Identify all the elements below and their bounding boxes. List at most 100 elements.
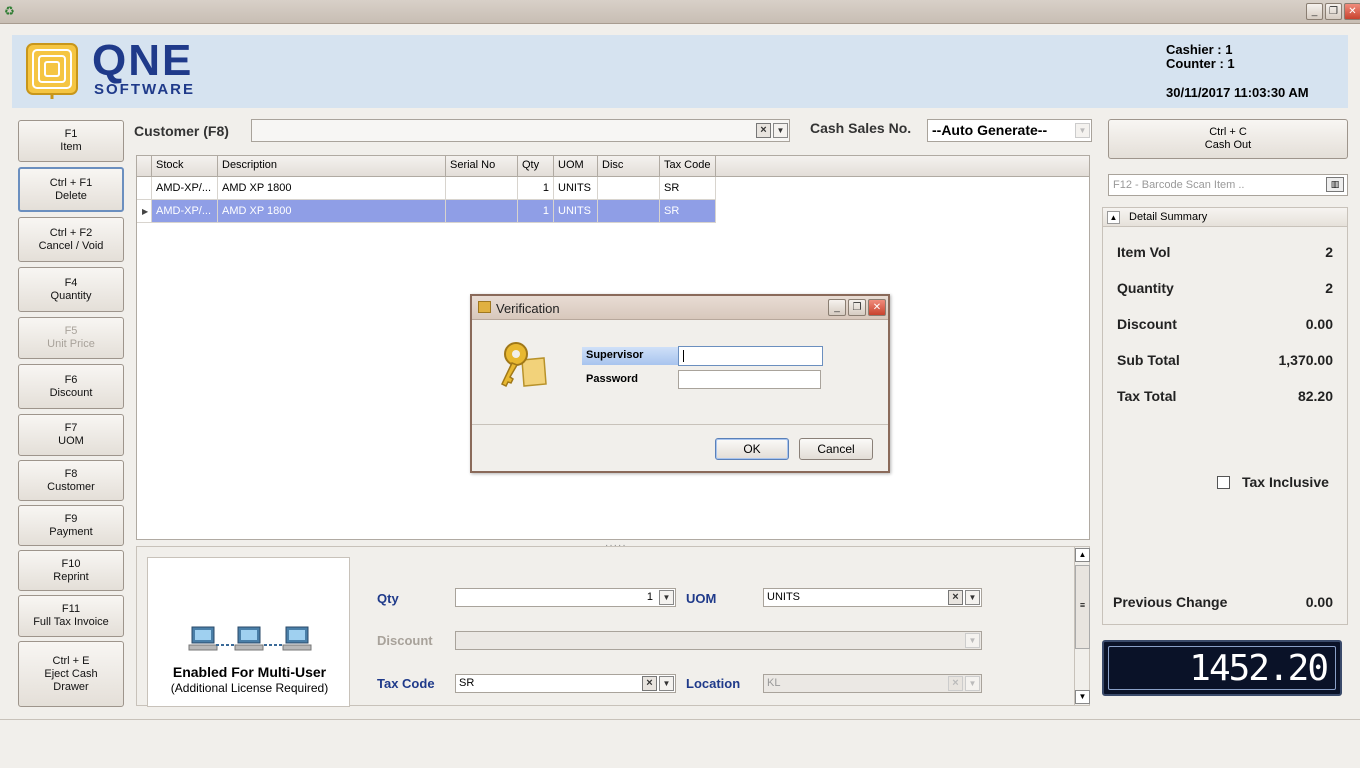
close-button[interactable]: ✕ <box>1344 3 1360 20</box>
dialog-minimize-button[interactable]: _ <box>828 299 846 316</box>
summary-value: 0.00 <box>1305 316 1333 332</box>
cash-out-button[interactable]: Ctrl + C Cash Out <box>1108 119 1348 159</box>
quantity-button[interactable]: F4 Quantity <box>18 267 124 312</box>
full-tax-invoice-button[interactable]: F11 Full Tax Invoice <box>18 595 124 637</box>
button-label: Payment <box>49 525 93 538</box>
key-label: F10 <box>61 557 81 570</box>
qty-value: 1 <box>646 591 653 603</box>
qty-stepper[interactable]: 1 ▼ <box>455 588 676 607</box>
cancel-void-button[interactable]: Ctrl + F2 Cancel / Void <box>18 217 124 262</box>
chevron-down-icon[interactable]: ▼ <box>773 123 788 138</box>
location-label: Location <box>686 676 741 691</box>
summary-label: Item Vol <box>1117 244 1171 260</box>
chevron-down-icon[interactable]: ▼ <box>965 590 980 605</box>
counter-info: Counter : 1 <box>1166 56 1235 71</box>
button-label: Delete <box>55 189 87 202</box>
chevron-up-icon[interactable]: ▲ <box>1107 211 1120 224</box>
summary-header[interactable]: Detail Summary <box>1103 208 1347 227</box>
password-input[interactable] <box>678 370 821 389</box>
discount-button[interactable]: F6 Discount <box>18 364 124 409</box>
scroll-thumb[interactable]: ≡ <box>1075 565 1090 649</box>
vertical-scrollbar[interactable]: ▲ ≡ ▼ <box>1074 547 1091 706</box>
clear-icon[interactable]: × <box>642 676 657 691</box>
column-header-uom[interactable]: UOM <box>554 156 598 177</box>
logo-subtext: SOFTWARE <box>94 81 195 98</box>
summary-value: 2 <box>1325 244 1333 260</box>
column-header-qty[interactable]: Qty <box>518 156 554 177</box>
grid-header: Stock Description Serial No Qty UOM Disc… <box>137 156 1089 177</box>
minimize-button[interactable]: _ <box>1306 3 1323 20</box>
chevron-down-icon[interactable]: ▼ <box>965 633 980 648</box>
restore-button[interactable]: ❐ <box>1325 3 1342 20</box>
row-indicator <box>137 177 152 200</box>
cell-description: AMD XP 1800 <box>218 177 446 200</box>
item-button[interactable]: F1 Item <box>18 120 124 162</box>
clear-icon[interactable]: × <box>948 590 963 605</box>
delete-button[interactable]: Ctrl + F1 Delete <box>18 167 124 212</box>
chevron-down-icon[interactable]: ▼ <box>659 590 674 605</box>
window-title-bar: ♻ _ ❐ ✕ <box>0 0 1360 24</box>
barcode-scan-input[interactable]: F12 - Barcode Scan Item .. <box>1108 174 1348 196</box>
location-select[interactable]: KL × ▼ <box>763 674 982 693</box>
scroll-up-icon[interactable]: ▲ <box>1075 548 1090 562</box>
scroll-down-icon[interactable]: ▼ <box>1075 690 1090 704</box>
computer-icon <box>282 626 312 651</box>
button-label: Cancel / Void <box>38 239 104 252</box>
column-header-stock[interactable]: Stock <box>152 156 218 177</box>
cell-stock: AMD-XP/... <box>152 200 218 223</box>
barcode-icon[interactable]: ▥ <box>1326 177 1344 192</box>
chevron-down-icon[interactable]: ▼ <box>965 676 980 691</box>
cancel-button[interactable]: Cancel <box>799 438 873 460</box>
chevron-down-icon[interactable]: ▼ <box>1075 123 1090 138</box>
cell-tax-code: SR <box>660 177 716 200</box>
clear-icon[interactable]: × <box>756 123 771 138</box>
payment-button[interactable]: F9 Payment <box>18 505 124 546</box>
customer-button[interactable]: F8 Customer <box>18 460 124 501</box>
column-header-disc[interactable]: Disc <box>598 156 660 177</box>
dialog-maximize-button[interactable]: ❐ <box>848 299 866 316</box>
detail-summary-panel: Detail Summary ▲ Item Vol 2 Quantity 2 D… <box>1102 207 1348 625</box>
key-label: F8 <box>64 467 78 480</box>
summary-label: Tax Total <box>1117 388 1177 404</box>
table-row[interactable]: AMD-XP/... AMD XP 1800 1 UNITS SR <box>137 177 717 200</box>
eject-cash-drawer-button[interactable]: Ctrl + E Eject Cash Drawer <box>18 641 124 707</box>
item-detail-panel: Enabled For Multi-User (Additional Licen… <box>136 546 1091 707</box>
previous-change-label: Previous Change <box>1113 594 1228 610</box>
qne-logo-icon <box>26 43 78 99</box>
supervisor-label: Supervisor <box>582 347 679 365</box>
cell-qty: 1 <box>518 200 554 223</box>
datetime: 30/11/2017 11:03:30 AM <box>1166 85 1309 100</box>
uom-select[interactable]: UNITS × ▼ <box>763 588 982 607</box>
cash-sales-label: Cash Sales No. <box>810 120 912 136</box>
multi-user-title: Enabled For Multi-User <box>172 664 327 680</box>
ok-button[interactable]: OK <box>715 438 789 460</box>
key-label: F1 <box>64 128 78 140</box>
tax-code-select[interactable]: SR × ▼ <box>455 674 676 693</box>
status-bar <box>0 719 1360 768</box>
column-header-tax-code[interactable]: Tax Code <box>660 156 716 177</box>
clear-icon[interactable]: × <box>948 676 963 691</box>
uom-button[interactable]: F7 UOM <box>18 414 124 456</box>
password-label: Password <box>586 373 638 385</box>
reprint-button[interactable]: F10 Reprint <box>18 550 124 591</box>
dialog-app-icon <box>478 301 491 313</box>
dialog-close-button[interactable]: ✕ <box>868 299 886 316</box>
summary-label: Sub Total <box>1117 352 1180 368</box>
supervisor-input[interactable] <box>678 346 823 366</box>
key-label: F9 <box>64 512 78 525</box>
summary-label: Quantity <box>1117 280 1174 296</box>
chevron-down-icon[interactable]: ▼ <box>659 676 674 691</box>
dialog-title-bar[interactable]: Verification _ ❐ ✕ <box>472 296 888 320</box>
location-value: KL <box>767 677 781 689</box>
discount-input[interactable]: ▼ <box>455 631 982 650</box>
button-label: Quantity <box>50 289 92 302</box>
tax-inclusive-checkbox[interactable] <box>1217 476 1230 489</box>
column-header-serial[interactable]: Serial No <box>446 156 518 177</box>
column-header-description[interactable]: Description <box>218 156 446 177</box>
unit-price-button[interactable]: F5 Unit Price <box>18 317 124 359</box>
multi-user-banner: Enabled For Multi-User (Additional Licen… <box>147 557 350 707</box>
customer-input[interactable]: × ▼ <box>251 119 790 142</box>
dialog-divider <box>472 424 888 425</box>
cash-sales-number[interactable]: --Auto Generate-- ▼ <box>927 119 1092 142</box>
table-row-selected[interactable]: ▶ AMD-XP/... AMD XP 1800 1 UNITS SR <box>137 200 717 223</box>
